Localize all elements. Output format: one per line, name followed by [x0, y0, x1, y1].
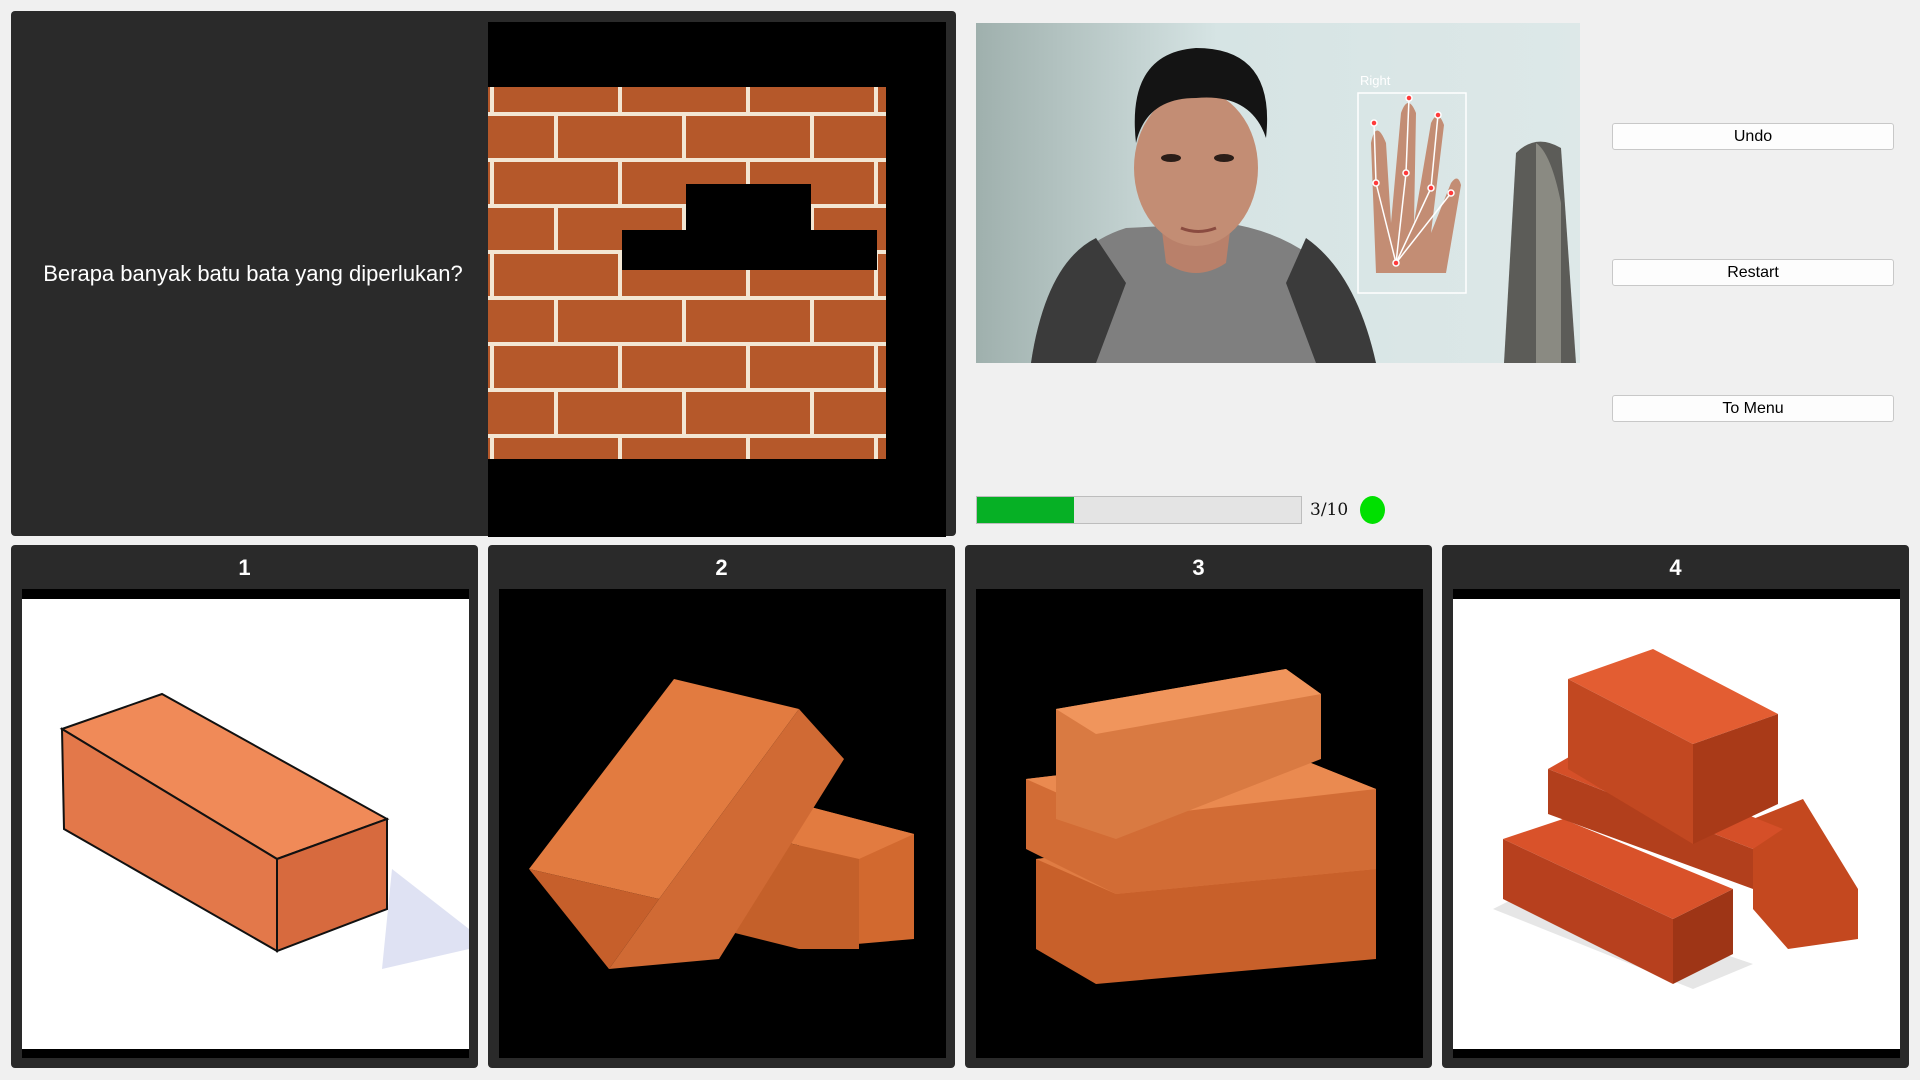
- choice-card-1[interactable]: 1: [11, 545, 478, 1068]
- choice-label: 2: [715, 555, 728, 580]
- brick-wall-image: [428, 22, 946, 537]
- question-panel: Berapa banyak batu bata yang diperlukan?: [11, 11, 956, 537]
- choice-card-3[interactable]: 3: [965, 545, 1432, 1068]
- question-text: Berapa banyak batu bata yang diperlukan?: [43, 260, 463, 286]
- to-menu-button[interactable]: To Menu: [1612, 395, 1894, 422]
- two-bricks-image: [499, 589, 946, 1058]
- progress-label: 3/10: [1310, 500, 1349, 520]
- choice-label: 3: [1192, 555, 1205, 580]
- four-bricks-image: [1453, 589, 1900, 1058]
- status-indicator: [1360, 496, 1385, 524]
- progress-bar: [976, 496, 1302, 524]
- choice-label: 1: [238, 555, 251, 580]
- single-brick-image: [22, 589, 469, 1058]
- choice-label: 4: [1669, 555, 1682, 580]
- restart-button[interactable]: Restart: [1612, 259, 1894, 286]
- hand-label: Right: [1360, 73, 1391, 88]
- undo-button[interactable]: Undo: [1612, 123, 1894, 150]
- progress-fill: [977, 497, 1075, 523]
- choice-card-2[interactable]: 2: [488, 545, 955, 1068]
- three-bricks-image: [976, 589, 1423, 1058]
- camera-feed: Right: [976, 23, 1580, 363]
- choice-card-4[interactable]: 4: [1442, 545, 1909, 1068]
